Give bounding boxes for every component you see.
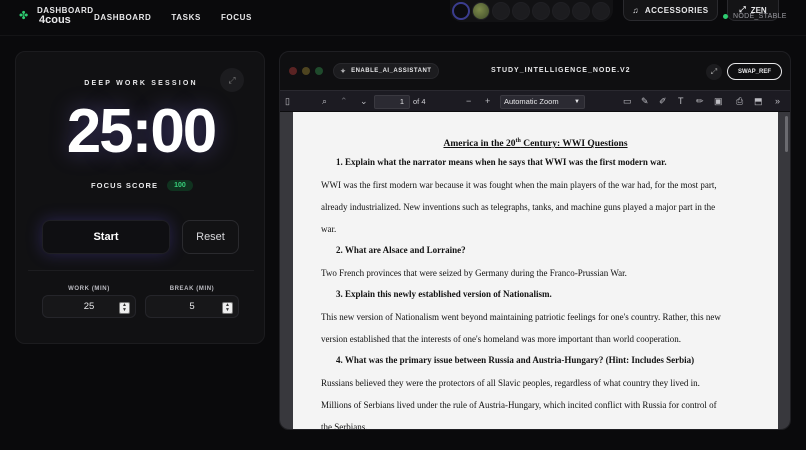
break-minutes-label: BREAK (MIN) [169, 286, 215, 292]
theme-option[interactable] [592, 2, 610, 20]
theme-option[interactable] [552, 2, 570, 20]
minimize-dot-icon[interactable] [302, 67, 310, 75]
print-icon[interactable]: ⎙ [736, 96, 743, 107]
image-icon[interactable]: ▣ [714, 96, 723, 107]
nav-focus[interactable]: FOCUS [221, 13, 252, 22]
page-total: of 4 [413, 97, 426, 106]
fullscreen-button[interactable]: ⤢ [220, 68, 244, 92]
highlight-icon[interactable]: ✐ [659, 96, 667, 107]
top-bar: ✤ DASHBOARD 4cous DASHBOARD TASKS FOCUS … [0, 0, 806, 36]
answer-line: Two French provinces that were seized by… [321, 268, 627, 278]
comment-icon[interactable]: ▭ [623, 96, 632, 107]
window-controls [289, 67, 323, 75]
theme-option[interactable] [512, 2, 530, 20]
pdf-toolbar: ▯ ⌕ ⌃ ⌄ 1 of 4 − + Automatic Zoom ▼ ▭ ✎ ✐… [280, 90, 790, 112]
work-minutes-value: 25 [83, 301, 95, 312]
focus-score-badge: 100 [167, 180, 193, 191]
break-stepper-icon[interactable]: ▲ ▼ [222, 302, 233, 314]
edit-icon[interactable]: ✎ [641, 96, 649, 107]
download-icon[interactable]: ⬒ [754, 96, 763, 107]
draw-icon[interactable]: ✏ [696, 96, 704, 107]
answer-line: already industrialized. New inventions s… [321, 202, 716, 212]
question-3: 3. Explain this newly established versio… [336, 289, 552, 299]
focus-score-label: FOCUS SCORE [91, 181, 159, 190]
focus-score: FOCUS SCORE 100 [91, 180, 193, 191]
reader-expand-button[interactable]: ⤢ [706, 64, 722, 80]
accessories-label: ACCESSORIES [644, 5, 709, 15]
theme-option[interactable] [492, 2, 510, 20]
app-logo[interactable]: ✤ DASHBOARD 4cous [19, 6, 94, 26]
document-title: America in the 20th Century: WWI Questio… [443, 138, 628, 150]
clover-icon: ✤ [19, 9, 29, 22]
node-status: NODE_STABLE [723, 13, 787, 20]
answer-line: Russians believed they were the protecto… [321, 378, 700, 388]
work-minutes-input[interactable]: 25 ▲ ▼ [42, 295, 136, 318]
question-2: 2. What are Alsace and Lorraine? [336, 245, 466, 255]
expand-icon: ⤢ [710, 67, 718, 76]
maximize-dot-icon[interactable] [315, 67, 323, 75]
main-nav: DASHBOARD TASKS FOCUS [94, 13, 252, 22]
nav-tasks[interactable]: TASKS [171, 13, 201, 22]
accessories-button[interactable]: ♫ ACCESSORIES [623, 0, 718, 21]
work-minutes-label: WORK (MIN) [68, 286, 110, 292]
status-dot-icon [723, 14, 728, 19]
sparkle-icon: ✧ [340, 68, 347, 75]
question-1: 1. Explain what the narrator means when … [336, 157, 667, 167]
zoom-in-icon[interactable]: + [485, 96, 490, 106]
reset-button[interactable]: Reset [182, 220, 239, 254]
next-page-icon[interactable]: ⌄ [360, 96, 368, 107]
theme-option[interactable] [532, 2, 550, 20]
question-4: 4. What was the primary issue between Ru… [336, 355, 695, 365]
theme-option[interactable] [572, 2, 590, 20]
page-number-input[interactable]: 1 [374, 95, 410, 109]
zoom-select[interactable]: Automatic Zoom ▼ [500, 95, 585, 109]
prev-page-icon[interactable]: ⌃ [340, 96, 348, 107]
swap-ref-button[interactable]: SWAP_REF [727, 63, 782, 80]
enable-ai-button[interactable]: ✧ ENABLE_AI_ASSISTANT [333, 63, 439, 79]
answer-line: WWI was the first modern war because it … [321, 180, 717, 190]
reader-title: STUDY_INTELLIGENCE_NODE.V2 [491, 67, 631, 74]
music-note-icon: ♫ [632, 5, 639, 15]
search-icon[interactable]: ⌕ [322, 96, 327, 107]
reader-panel: ✧ ENABLE_AI_ASSISTANT STUDY_INTELLIGENCE… [279, 51, 791, 430]
pdf-viewer[interactable]: America in the 20th Century: WWI Questio… [280, 112, 790, 430]
close-dot-icon[interactable] [289, 67, 297, 75]
break-minutes-input[interactable]: 5 ▲ ▼ [145, 295, 239, 318]
zoom-value: Automatic Zoom [504, 97, 559, 106]
answer-line: version established that the interests o… [321, 334, 682, 344]
answer-line: the Serbians. [321, 422, 368, 430]
text-icon[interactable]: T [678, 96, 684, 106]
expand-icon: ⤢ [228, 74, 236, 85]
logo-brand: 4cous [39, 14, 71, 26]
timer-display: 25:00 [66, 97, 218, 166]
more-tools-icon[interactable]: » [775, 96, 780, 106]
work-stepper-icon[interactable]: ▲ ▼ [119, 302, 130, 314]
answer-line: This new version of Nationalism went bey… [321, 312, 721, 322]
chevron-down-icon: ▼ [574, 99, 580, 105]
focus-timer-panel: DEEP WORK SESSION ⤢ 25:00 FOCUS SCORE 10… [15, 51, 265, 344]
break-minutes-value: 5 [189, 301, 195, 312]
enable-ai-label: ENABLE_AI_ASSISTANT [351, 68, 432, 74]
pdf-page: America in the 20th Century: WWI Questio… [293, 112, 778, 430]
node-status-label: NODE_STABLE [733, 13, 787, 20]
scrollbar-thumb[interactable] [785, 116, 788, 152]
answer-line: war. [321, 224, 337, 234]
theme-option-globe[interactable] [472, 2, 490, 20]
theme-selector [450, 0, 613, 22]
theme-option-dark[interactable] [452, 2, 470, 20]
zoom-out-icon[interactable]: − [466, 96, 471, 106]
divider [28, 270, 254, 271]
start-button[interactable]: Start [42, 220, 170, 254]
sidebar-toggle-icon[interactable]: ▯ [285, 96, 290, 107]
answer-line: Millions of Serbians lived under the rul… [321, 400, 717, 410]
nav-dashboard[interactable]: DASHBOARD [94, 13, 151, 22]
